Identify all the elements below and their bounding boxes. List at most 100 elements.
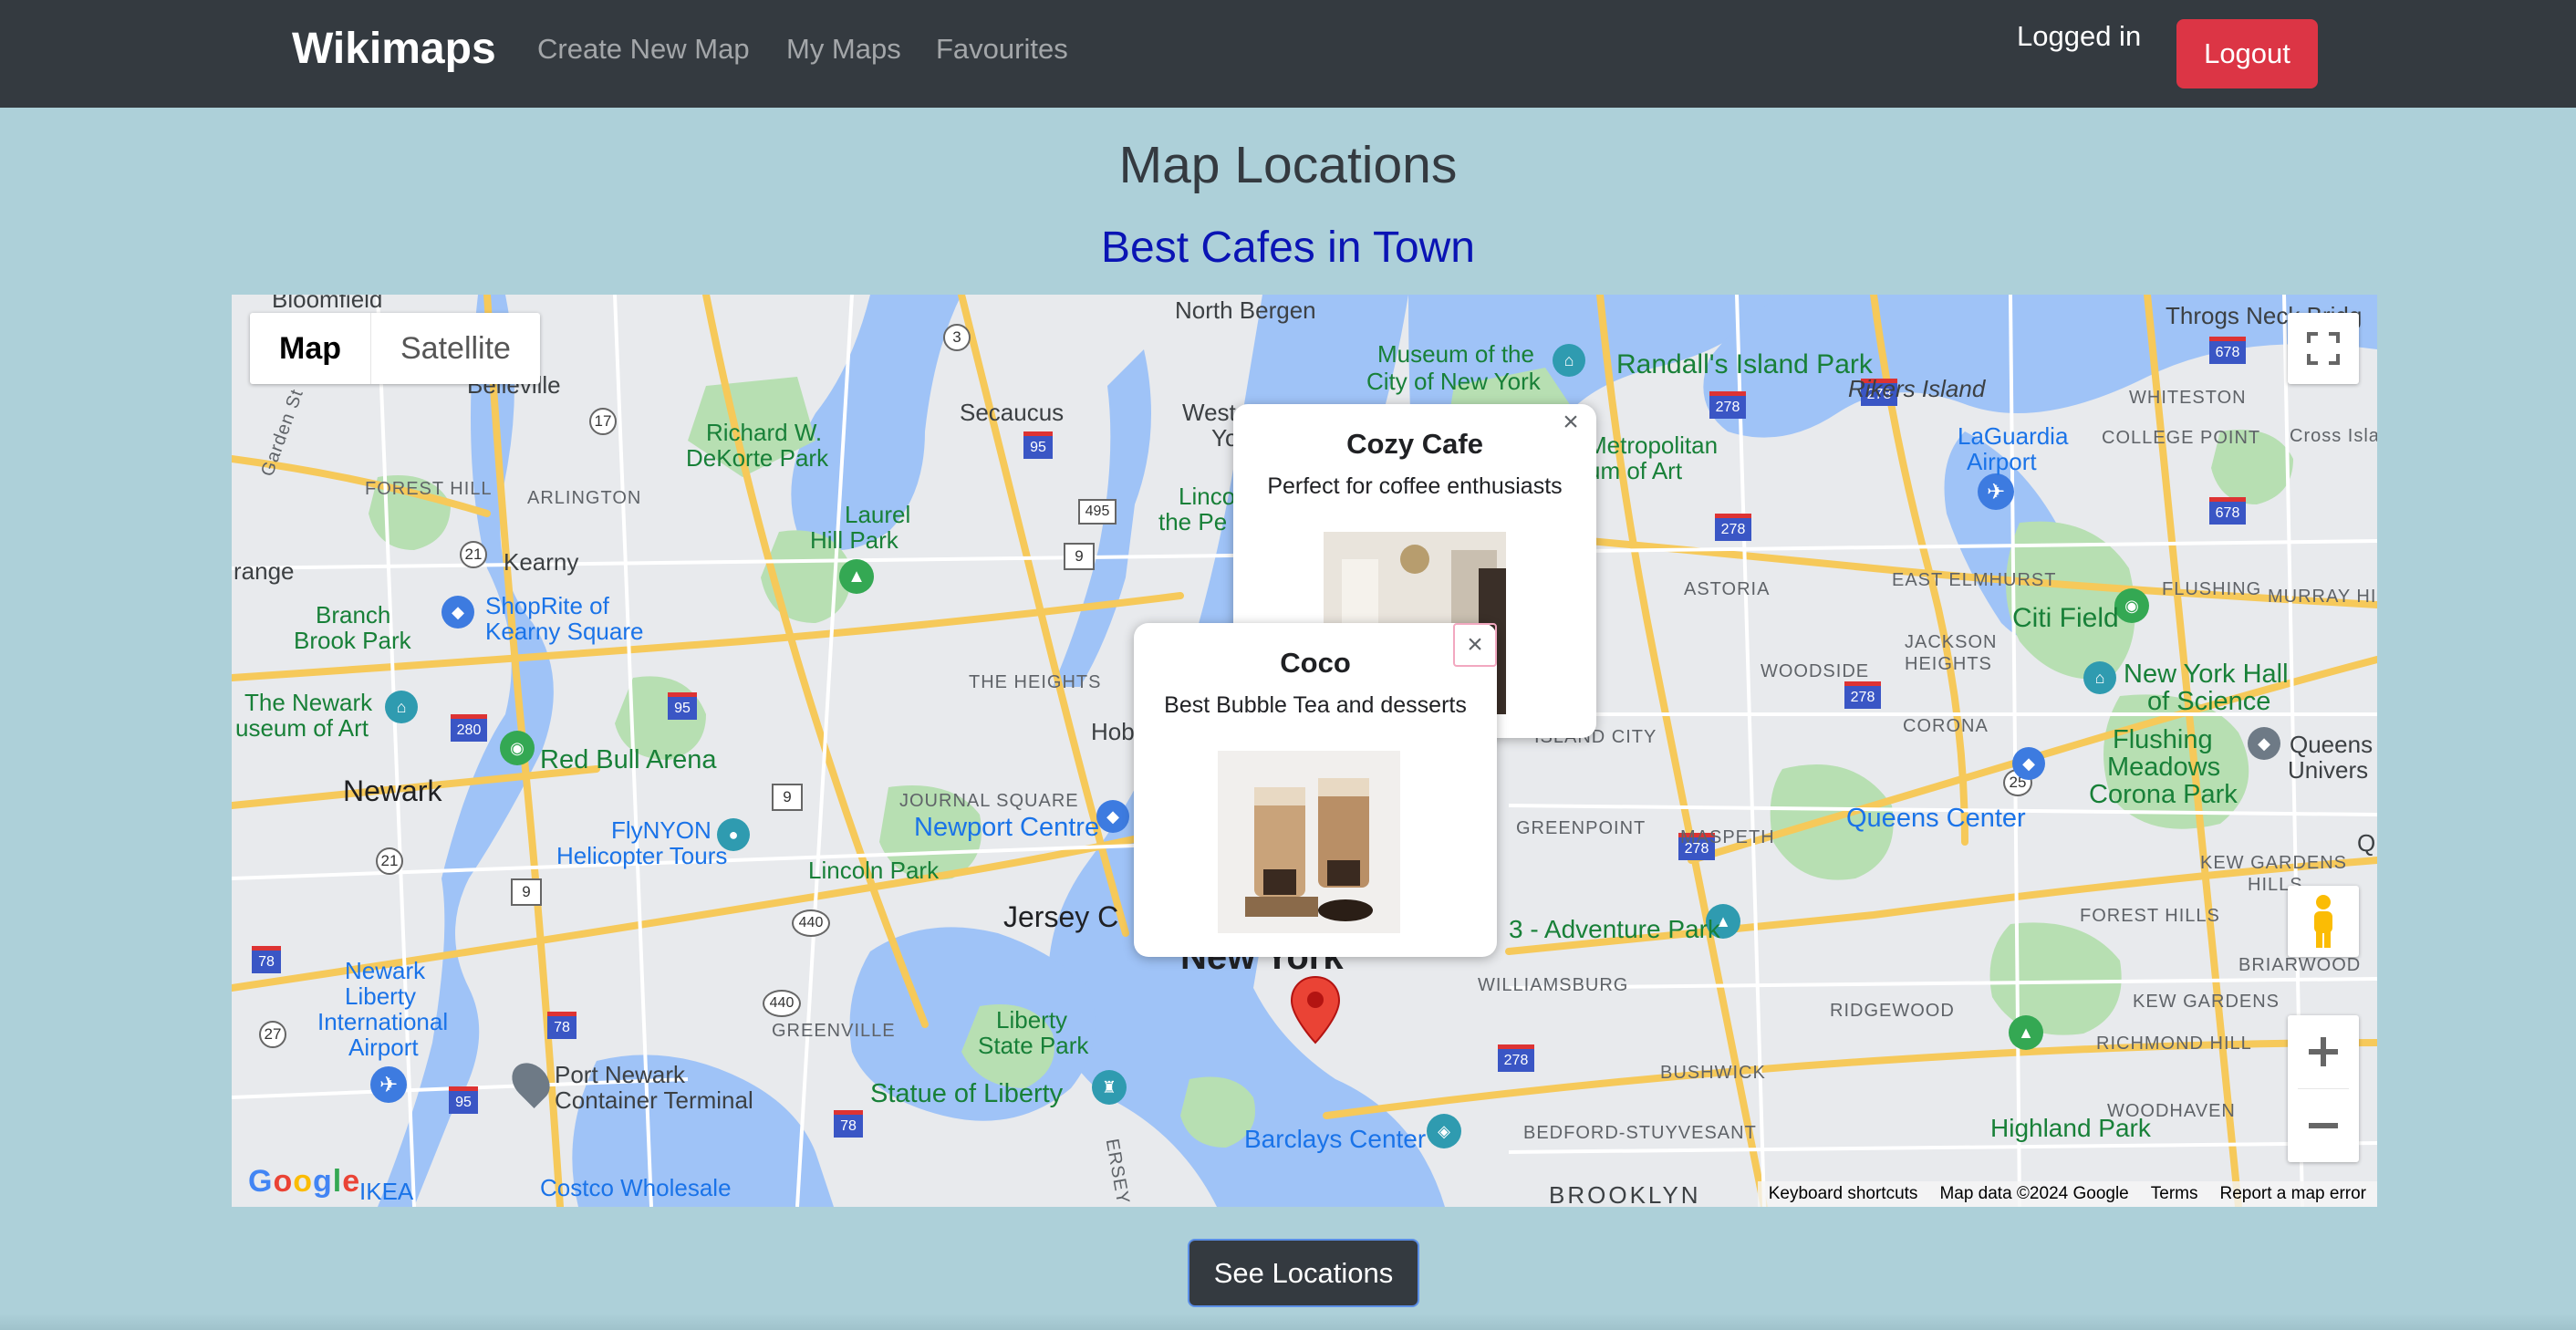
airport-icon[interactable]: ✈	[370, 1066, 407, 1103]
map-label: BUSHWICK	[1660, 1063, 1766, 1083]
park-icon[interactable]: ▲	[2009, 1015, 2043, 1050]
map-label: THE HEIGHTS	[969, 672, 1102, 692]
map-label: Rikers Island	[1848, 375, 1986, 402]
map-label: Corona Park	[2089, 780, 2238, 809]
map-name: Best Cafes in Town	[1101, 223, 1475, 272]
zoom-in-button[interactable]	[2288, 1015, 2359, 1088]
zoom-out-button[interactable]	[2288, 1089, 2359, 1162]
highway-shield: 21	[460, 541, 487, 568]
report-map-error-link[interactable]: Report a map error	[2219, 1184, 2366, 1204]
map-label: Newark	[343, 774, 442, 807]
shopping-icon[interactable]: ◆	[1096, 800, 1129, 833]
close-icon[interactable]: ×	[1553, 404, 1589, 441]
map-label: GREENVILLE	[772, 1021, 896, 1041]
map-label: Secaucus	[960, 399, 1065, 426]
terms-link[interactable]: Terms	[2151, 1184, 2198, 1204]
stadium-icon[interactable]: ◈	[1427, 1114, 1461, 1148]
page-title: Map Locations	[1118, 136, 1458, 194]
map-type-satellite-button[interactable]: Satellite	[371, 313, 540, 384]
map-marker-icon[interactable]	[1290, 975, 1341, 1044]
highway-shield: 278	[1844, 681, 1881, 709]
museum-icon[interactable]: ⌂	[385, 691, 418, 723]
museum-icon[interactable]: ◆	[2248, 727, 2280, 760]
bubble-tea-photo	[1218, 751, 1400, 933]
map-label: Bloomfield	[272, 295, 383, 313]
map-label: ASTORIA	[1684, 579, 1771, 599]
map-label: Barclays Center	[1244, 1125, 1427, 1153]
map-label: FLUSHING	[2162, 579, 2262, 599]
map-attribution: Keyboard shortcuts Map data ©2024 Google…	[1757, 1181, 2377, 1207]
map-type-control: Map Satellite	[250, 313, 540, 384]
map-type-map-button[interactable]: Map	[250, 313, 371, 384]
map-label: MASPETH	[1680, 827, 1775, 847]
map-label: BEDFORD-STUYVESANT	[1523, 1123, 1757, 1143]
close-icon[interactable]: ×	[1453, 623, 1497, 667]
map-label: Kearny Square	[485, 618, 644, 645]
shopping-icon[interactable]: ◆	[2012, 747, 2045, 780]
street-view-button[interactable]	[2288, 886, 2359, 957]
info-window-description: Best Bubble Tea and desserts	[1164, 692, 1467, 718]
info-window-coco: Coco Best Bubble Tea and desserts ×	[1134, 623, 1497, 957]
map-label: Statue of Liberty	[870, 1079, 1064, 1108]
map-label: Univers	[2288, 756, 2369, 784]
map-label: BROOKLYN	[1549, 1181, 1701, 1207]
zoom-in-icon	[2309, 1037, 2338, 1066]
map-label: DeKorte Park	[686, 444, 829, 472]
highway-shield: 78	[252, 946, 281, 973]
map-label: Linco	[1179, 483, 1236, 510]
footer-shadow	[0, 1314, 2576, 1330]
map-label: Cross Islan	[2290, 426, 2377, 446]
highway-shield: 278	[1715, 514, 1751, 541]
map-label: City of New York	[1366, 368, 1541, 395]
map-label: HEIGHTS	[1905, 654, 1992, 674]
map-label: The Newark	[244, 689, 373, 716]
map-label: LaGuardia	[1958, 422, 2069, 450]
map-label: Newark	[345, 957, 426, 984]
highway-shield: 278	[1709, 391, 1746, 419]
museum-icon[interactable]: ⌂	[1553, 344, 1585, 377]
stadium-icon[interactable]: ◉	[500, 731, 535, 765]
highway-shield: 280	[451, 714, 487, 742]
logout-button[interactable]: Logout	[2176, 19, 2318, 88]
brand-logo[interactable]: Wikimaps	[292, 24, 496, 74]
zoom-control	[2288, 1015, 2359, 1162]
highway-shield: 440	[763, 990, 801, 1017]
map-label: FlyNYON	[611, 816, 712, 844]
map-label: Brook Park	[294, 627, 411, 654]
highway-shield: 9	[511, 878, 542, 906]
map-label: Kearny	[504, 548, 579, 576]
shopping-icon[interactable]: ◆	[441, 596, 474, 629]
map-label: Liberty	[996, 1006, 1068, 1034]
map-label: Airport	[1967, 448, 2037, 475]
museum-icon[interactable]: ⌂	[2083, 661, 2116, 694]
map-label: FOREST HILL	[365, 479, 493, 499]
nav-favourites[interactable]: Favourites	[936, 33, 1068, 66]
stadium-icon[interactable]: ◉	[2114, 588, 2149, 623]
map-label: ShopRite of	[485, 592, 609, 619]
highway-shield: 678	[2209, 497, 2246, 525]
map-label: Randall's Island Park	[1616, 349, 1873, 379]
nav-create-new-map[interactable]: Create New Map	[537, 33, 750, 66]
see-locations-button[interactable]: See Locations	[1188, 1239, 1419, 1307]
map-label: IKEA	[359, 1178, 414, 1205]
map-label: BRIARWOOD	[2238, 955, 2362, 975]
park-icon[interactable]: ♜	[1092, 1070, 1127, 1105]
map-label: KEW GARDENS	[2200, 853, 2348, 873]
map-label: Port Newark	[555, 1061, 686, 1088]
airport-icon[interactable]: ✈	[1978, 473, 2014, 510]
map-label: Laurel	[845, 501, 911, 528]
nav-my-maps[interactable]: My Maps	[786, 33, 901, 66]
map-label: ARLINGTON	[527, 488, 642, 508]
highway-shield: 95	[1023, 431, 1053, 459]
map-view[interactable]: 3 17 95 495 9 21 280 278 95 9 21 440 440…	[232, 295, 2377, 1207]
highway-shield: 278	[1498, 1044, 1534, 1072]
map-label: RICHMOND HILL	[2096, 1034, 2252, 1054]
map-label: Flushing	[2113, 725, 2213, 754]
park-icon[interactable]: ▲	[839, 559, 874, 594]
fullscreen-button[interactable]	[2288, 313, 2359, 384]
info-window-title: Coco	[1280, 647, 1351, 679]
map-label: Q	[2357, 829, 2376, 857]
keyboard-shortcuts-link[interactable]: Keyboard shortcuts	[1769, 1184, 1918, 1204]
info-window-description: Perfect for coffee enthusiasts	[1267, 473, 1563, 499]
map-label: range	[234, 557, 295, 585]
